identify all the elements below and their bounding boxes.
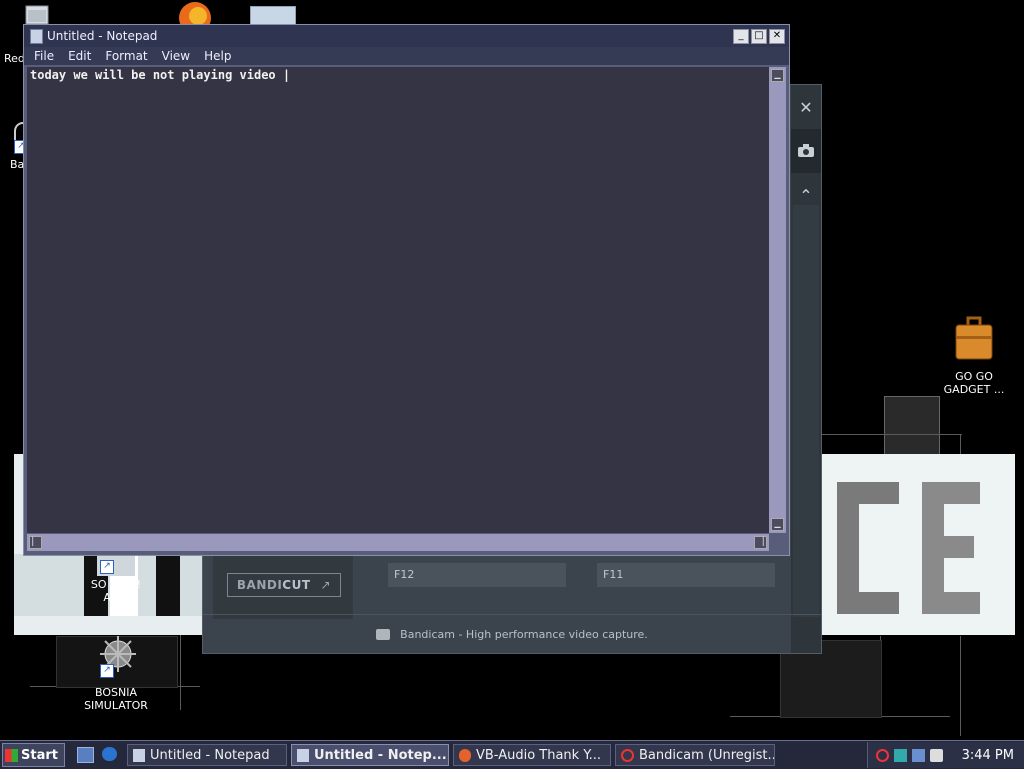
show-desktop-icon[interactable] bbox=[76, 747, 94, 763]
menu-view[interactable]: View bbox=[162, 49, 190, 63]
desktop-icon-bosnia-simulator[interactable]: ↗ BOSNIA SIMULATOR bbox=[76, 636, 156, 712]
start-label: Start bbox=[21, 747, 58, 763]
desktop-icon-label: Red bbox=[4, 52, 25, 65]
notepad-icon bbox=[30, 28, 43, 44]
external-link-icon: ↗ bbox=[320, 578, 332, 592]
menu-file[interactable]: File bbox=[34, 49, 54, 63]
bandicut-section: BANDI CUT ↗ bbox=[213, 555, 353, 619]
desktop-icon-so-lift-aire[interactable]: ↗ SO LIFT!! AIRE bbox=[76, 556, 156, 604]
bandicut-button[interactable]: BANDI CUT ↗ bbox=[227, 573, 341, 597]
scroll-left-arrow-icon[interactable]: ▏ bbox=[29, 536, 42, 549]
desktop-icon-label: BOSNIA SIMULATOR bbox=[84, 686, 148, 712]
scroll-up-arrow-icon[interactable]: ▁ bbox=[771, 69, 784, 82]
hotkey-label: F11 bbox=[603, 568, 624, 581]
close-icon[interactable]: ✕ bbox=[791, 85, 821, 129]
wallpaper-image-right bbox=[822, 454, 1015, 635]
menu-edit[interactable]: Edit bbox=[68, 49, 91, 63]
scroll-down-arrow-icon[interactable]: ▁ bbox=[771, 518, 784, 531]
minimize-button[interactable]: _ bbox=[733, 28, 749, 44]
network-icon[interactable] bbox=[893, 748, 907, 762]
wallpaper-letter-c bbox=[837, 482, 899, 614]
clock[interactable]: 3:44 PM bbox=[962, 748, 1014, 763]
bandicam-side-scroll bbox=[793, 205, 819, 617]
quick-launch bbox=[76, 747, 117, 763]
display-icon[interactable] bbox=[911, 748, 925, 762]
taskbar-item-notepad-1[interactable]: Untitled - Notepad bbox=[126, 744, 287, 766]
notepad-icon bbox=[132, 748, 145, 762]
internet-explorer-icon[interactable] bbox=[101, 747, 117, 761]
hotkey-field-f12[interactable]: F12 bbox=[388, 563, 566, 587]
chat-icon bbox=[376, 628, 391, 640]
firefox-icon[interactable] bbox=[172, 0, 218, 34]
window-title: Untitled - Notepad bbox=[47, 29, 158, 43]
menu-format[interactable]: Format bbox=[105, 49, 147, 63]
mine-icon: ↗ bbox=[96, 636, 136, 678]
record-icon bbox=[620, 748, 634, 762]
volume-muted-icon[interactable] bbox=[929, 748, 943, 762]
menu-bar: File Edit Format View Help bbox=[24, 47, 789, 65]
bandicam-footer-text: Bandicam - High performance video captur… bbox=[400, 627, 648, 641]
desktop-icon-label: GO GO GADGET ... bbox=[943, 370, 1005, 396]
resize-grip-icon[interactable] bbox=[769, 534, 786, 551]
notepad-titlebar[interactable]: Untitled - Notepad _ □ ✕ bbox=[24, 25, 789, 47]
taskbar-item-notepad-2[interactable]: Untitled - Notep... bbox=[290, 744, 449, 766]
system-tray: 3:44 PM bbox=[866, 742, 1024, 768]
task-label: Untitled - Notep... bbox=[313, 747, 447, 763]
shortcut-arrow-icon: ↗ bbox=[100, 560, 114, 574]
desktop-icon-go-go-gadget[interactable]: GO GO GADGET ... bbox=[934, 316, 1014, 396]
wallpaper-letter-e bbox=[922, 482, 980, 614]
vertical-scrollbar[interactable]: ▁ ▁ bbox=[769, 67, 786, 533]
bandicam-side-panel: ✕ ⌃ bbox=[791, 85, 821, 653]
briefcase-icon bbox=[953, 316, 995, 362]
bandicut-brand: BANDI bbox=[236, 578, 283, 592]
text-editor-area[interactable]: today we will be not playing video | bbox=[27, 67, 769, 533]
bandicam-footer: Bandicam - High performance video captur… bbox=[203, 614, 821, 653]
desktop-icon-label: SO LIFT!! AIRE bbox=[90, 578, 142, 604]
horizontal-scrollbar[interactable]: ▏ ▕ bbox=[27, 534, 769, 551]
start-button[interactable]: Start bbox=[2, 743, 65, 767]
hotkey-field-f11[interactable]: F11 bbox=[597, 563, 775, 587]
camera-icon[interactable] bbox=[791, 129, 821, 173]
task-label: VB-Audio Thank Y... bbox=[475, 747, 602, 763]
bandicut-brand-cut: CUT bbox=[282, 578, 311, 592]
notepad-window: Untitled - Notepad _ □ ✕ File Edit Forma… bbox=[23, 24, 790, 556]
task-label: Bandicam (Unregist... bbox=[638, 747, 775, 763]
close-button[interactable]: ✕ bbox=[769, 28, 785, 44]
hotkey-label: F12 bbox=[394, 568, 415, 581]
notepad-icon bbox=[296, 748, 309, 762]
taskbar: Start Untitled - Notepad Untitled - Note… bbox=[0, 740, 1024, 769]
firefox-icon bbox=[458, 748, 471, 762]
editor-text: today we will be not playing video | bbox=[30, 68, 291, 82]
taskbar-item-bandicam[interactable]: Bandicam (Unregist... bbox=[614, 744, 775, 766]
taskbar-item-vb-audio[interactable]: VB-Audio Thank Y... bbox=[452, 744, 611, 766]
shortcut-arrow-icon: ↗ bbox=[100, 664, 114, 678]
scroll-right-arrow-icon[interactable]: ▕ bbox=[754, 536, 767, 549]
bandicam-tray-icon[interactable] bbox=[875, 748, 889, 762]
maximize-button[interactable]: □ bbox=[751, 28, 767, 44]
windows-logo-icon bbox=[5, 748, 18, 762]
menu-help[interactable]: Help bbox=[204, 49, 231, 63]
game-icon: ↗ bbox=[97, 556, 135, 576]
task-label: Untitled - Notepad bbox=[149, 747, 270, 763]
